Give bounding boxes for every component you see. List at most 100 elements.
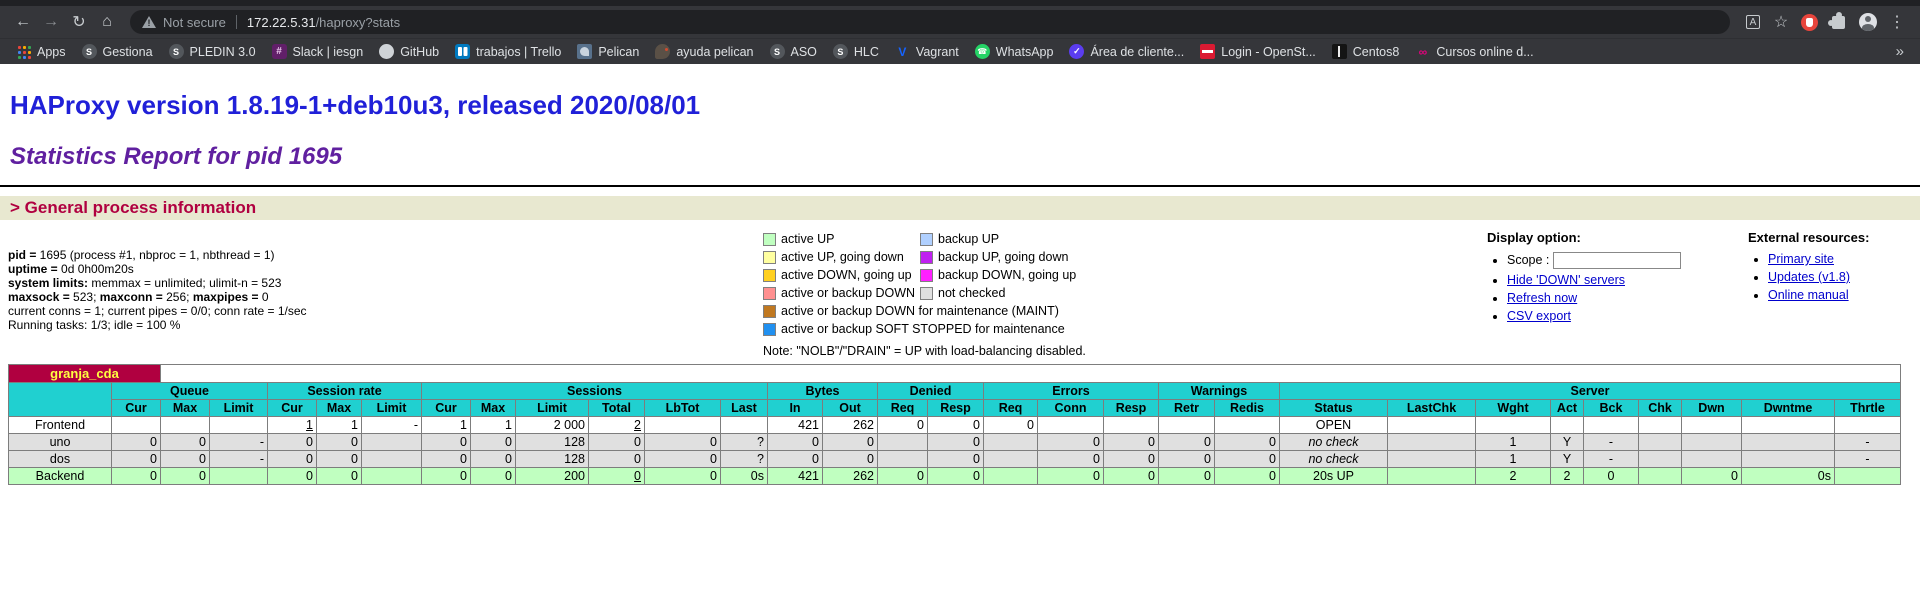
cell xyxy=(1103,416,1159,434)
csv-export-link[interactable]: CSV export xyxy=(1507,309,1571,323)
column-header: Resp xyxy=(1103,399,1159,417)
cell: 0 xyxy=(267,467,317,485)
cell: 0 xyxy=(1214,467,1280,485)
bookmark-item[interactable]: Slack | iesgn xyxy=(264,39,372,65)
column-header: Last xyxy=(720,399,768,417)
menu-dots-icon[interactable]: ⋮ xyxy=(1884,9,1910,35)
cell: 0 xyxy=(1037,467,1104,485)
cell: 0 xyxy=(588,450,645,468)
url-host: 172.22.5.31 xyxy=(246,14,316,30)
not-secure-warning-icon[interactable] xyxy=(142,16,156,28)
forward-icon[interactable]: → xyxy=(38,9,64,35)
browser-toolbar: ← → ↻ ⌂ Not secure 172.22.5.31/haproxy?s… xyxy=(0,6,1920,38)
bookmark-item[interactable]: Vagrant xyxy=(887,39,967,65)
online-manual-link[interactable]: Online manual xyxy=(1768,288,1849,302)
cursos-icon xyxy=(1415,44,1430,59)
legend-label: backup UP xyxy=(938,232,1000,246)
bookmark-item[interactable]: HLC xyxy=(825,39,887,65)
process-info-line: uptime = 0d 0h00m20s xyxy=(8,262,134,276)
refresh-now-link[interactable]: Refresh now xyxy=(1507,291,1577,305)
hide-down-servers-link[interactable]: Hide 'DOWN' servers xyxy=(1507,273,1625,287)
column-group-header: Bytes xyxy=(767,382,878,400)
cell: 20s UP xyxy=(1279,467,1388,485)
legend-swatch xyxy=(920,250,933,264)
cell xyxy=(1037,416,1104,434)
bird-icon xyxy=(655,44,671,59)
cell: 128 xyxy=(515,433,589,451)
back-icon[interactable]: ← xyxy=(10,9,36,35)
cell: 2 xyxy=(1475,467,1551,485)
cell: 0 xyxy=(588,467,645,485)
cell xyxy=(1681,433,1742,451)
updates-link[interactable]: Updates (v1.8) xyxy=(1768,270,1850,284)
bookmark-item[interactable]: Apps xyxy=(8,39,74,65)
cell: 0 xyxy=(767,433,823,451)
legend-swatch xyxy=(763,268,776,282)
address-bar[interactable]: Not secure 172.22.5.31/haproxy?stats xyxy=(130,10,1730,34)
cell: 0 xyxy=(316,450,362,468)
cell: 421 xyxy=(767,467,823,485)
bookmark-item[interactable]: ASO xyxy=(762,39,825,65)
column-header: LbTot xyxy=(644,399,721,417)
column-group-header: Queue xyxy=(111,382,268,400)
cell: 0 xyxy=(1681,467,1742,485)
page-title[interactable]: HAProxy version 1.8.19-1+deb10u3, releas… xyxy=(10,90,1910,121)
cell: OPEN xyxy=(1279,416,1388,434)
cell xyxy=(111,416,161,434)
blocker-extension-icon[interactable] xyxy=(1801,13,1818,31)
translate-icon[interactable]: A xyxy=(1740,9,1766,35)
scope-input[interactable] xyxy=(1553,252,1682,269)
bookmark-star-icon[interactable]: ☆ xyxy=(1768,9,1794,35)
cell: 0 xyxy=(644,433,721,451)
row-name: Backend xyxy=(8,467,112,485)
proxy-name[interactable]: granja_cda xyxy=(8,364,161,383)
cell: 421 xyxy=(767,416,823,434)
legend-label: backup UP, going down xyxy=(938,250,1069,264)
list-item: Updates (v1.8) xyxy=(1768,270,1906,284)
bookmark-item[interactable]: Gestiona xyxy=(74,39,161,65)
bookmark-item[interactable]: Área de cliente... xyxy=(1061,39,1192,65)
cell xyxy=(877,433,928,451)
profile-avatar[interactable] xyxy=(1859,13,1877,31)
globe-icon xyxy=(81,44,97,59)
bookmark-item[interactable]: Cursos online d... xyxy=(1407,39,1541,65)
bookmark-item[interactable]: Login - OpenSt... xyxy=(1192,39,1324,65)
column-header: Bck xyxy=(1583,399,1639,417)
slack-icon xyxy=(271,44,287,59)
cell: 0 xyxy=(927,416,984,434)
cell: no check xyxy=(1279,433,1388,451)
bookmarks-list: Apps Gestiona PLEDIN 3.0 Slack | iesgn GitHu… xyxy=(8,39,1542,65)
cell xyxy=(877,450,928,468)
legend-item: active or backup SOFT STOPPED for mainte… xyxy=(763,322,1065,336)
primary-site-link[interactable]: Primary site xyxy=(1768,252,1834,266)
bookmark-item[interactable]: Centos8 xyxy=(1324,39,1408,65)
cell: 0 xyxy=(877,416,928,434)
legend-item: active DOWN, going up xyxy=(763,268,920,282)
cell: 0 xyxy=(111,467,161,485)
cell: 262 xyxy=(822,467,878,485)
cell: 0 xyxy=(316,433,362,451)
cell xyxy=(644,416,721,434)
cell xyxy=(1638,467,1682,485)
cell xyxy=(1834,467,1901,485)
corner-header xyxy=(8,382,112,417)
legend-label: active or backup DOWN for maintenance (M… xyxy=(781,304,1059,318)
apps-grid-icon xyxy=(16,44,31,59)
bookmark-label: GitHub xyxy=(400,44,440,59)
home-icon[interactable]: ⌂ xyxy=(94,9,120,35)
bookmark-label: ayuda pelican xyxy=(676,44,754,59)
cell: 0 xyxy=(421,467,471,485)
row-name: dos xyxy=(8,450,112,468)
bookmark-item[interactable]: GitHub xyxy=(371,39,447,65)
bookmark-item[interactable]: trabajos | Trello xyxy=(447,39,569,65)
extensions-puzzle-icon[interactable] xyxy=(1828,11,1845,29)
proxy-desc xyxy=(160,364,1901,383)
reload-icon[interactable]: ↻ xyxy=(66,9,92,35)
bookmark-item[interactable]: ayuda pelican xyxy=(647,39,761,65)
bookmarks-overflow-icon[interactable]: » xyxy=(1888,43,1912,60)
legend-swatch xyxy=(763,232,776,246)
bookmark-item[interactable]: Pelican xyxy=(569,39,647,65)
bookmark-item[interactable]: PLEDIN 3.0 xyxy=(161,39,264,65)
cell xyxy=(1638,433,1682,451)
bookmark-item[interactable]: WhatsApp xyxy=(967,39,1062,65)
